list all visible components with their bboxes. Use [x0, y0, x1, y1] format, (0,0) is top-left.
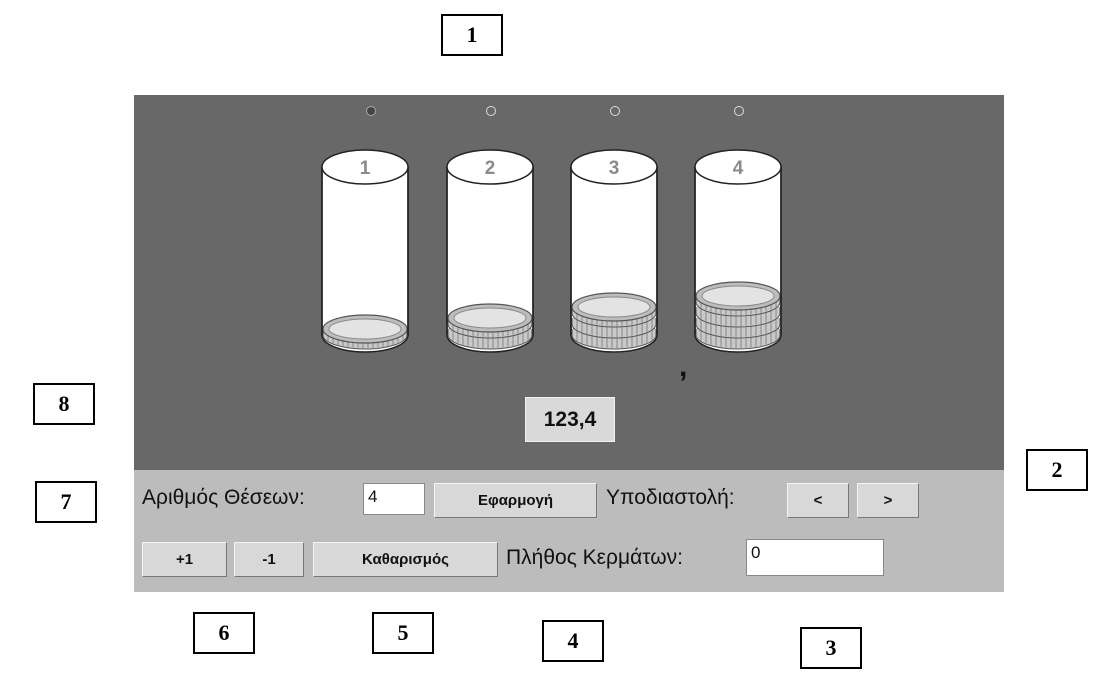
tube-4: 4 [694, 149, 782, 353]
callout-7: 7 [35, 481, 97, 523]
decimal-label: Υποδιαστολή: [606, 486, 735, 509]
callout-2: 2 [1026, 449, 1088, 491]
controls-panel: Αριθμός Θέσεων: 4 Εφαρμογή Υποδιαστολή: … [134, 470, 1004, 592]
callout-1: 1 [441, 14, 503, 56]
tube-label: 1 [360, 158, 371, 179]
decimal-left-button[interactable]: < [787, 483, 849, 518]
callout-4: 4 [542, 620, 604, 662]
tube-label: 3 [609, 158, 620, 179]
coins-count-label: Πλήθος Κερμάτων: [506, 546, 683, 569]
callout-8: 8 [33, 383, 95, 425]
decimal-mark: , [679, 350, 688, 383]
positions-label: Αριθμός Θέσεων: [142, 486, 305, 509]
number-display: 123,4 [525, 397, 615, 442]
tubes-stage: 1 2 3 4 , 123,4 [134, 95, 1004, 470]
callout-3: 3 [800, 627, 862, 669]
tube-label: 4 [733, 158, 744, 179]
tube-label: 2 [485, 158, 496, 179]
decimal-right-button[interactable]: > [857, 483, 919, 518]
coins-count-field: 0 [746, 539, 884, 576]
tube-1: 1 [321, 149, 409, 353]
tube-2: 2 [446, 149, 534, 353]
plus-one-button[interactable]: +1 [142, 542, 227, 577]
positions-input[interactable]: 4 [363, 483, 425, 515]
callout-6: 6 [193, 612, 255, 654]
apply-button[interactable]: Εφαρμογή [434, 483, 597, 518]
coin-place-value-app: 1 2 3 4 , 123,4 Αριθμός Θέσεων: 4 Εφαρμογή … [134, 95, 1004, 592]
clear-button[interactable]: Καθαρισμός [313, 542, 498, 577]
minus-one-button[interactable]: -1 [234, 542, 304, 577]
callout-5: 5 [372, 612, 434, 654]
tube-3: 3 [570, 149, 658, 353]
